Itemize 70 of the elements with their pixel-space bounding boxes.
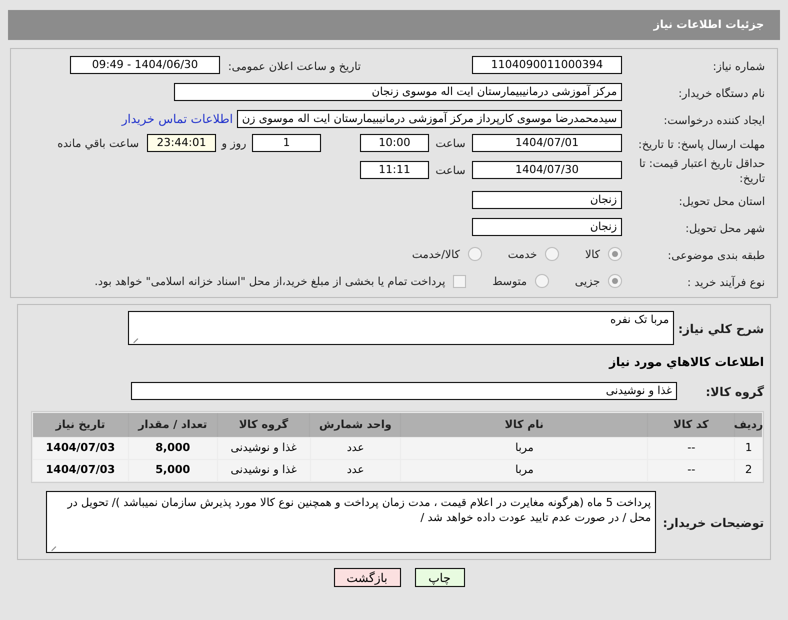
radio-button[interactable] [545, 247, 560, 261]
page-title: جزئیات اطلاعات نیاز [654, 16, 764, 33]
print-button[interactable]: چاپ [414, 568, 464, 587]
field-label: شماره نیاز: [712, 60, 765, 73]
goods-group-field[interactable]: غذا و نوشیدنی [131, 382, 677, 400]
field-label: کالا/خدمت [412, 248, 460, 260]
days-field[interactable]: 1 [252, 134, 321, 152]
buyer-contact-link[interactable]: اطلاعات تماس خریدار [122, 110, 233, 128]
description-textarea[interactable]: مربا تک نفره [128, 311, 674, 345]
table-cell: 5,000 [128, 460, 217, 481]
field-label: حداقل تاریخ اعتبار قیمت: تا تاریخ: [639, 157, 765, 185]
radio-button[interactable] [534, 274, 549, 288]
field-label: استان محل تحویل: [678, 195, 765, 208]
field-label: نوع فرآیند خرید : [687, 276, 765, 289]
back-button[interactable]: بازگشت [334, 568, 400, 587]
radio-button[interactable] [608, 247, 622, 261]
field-label: کالا [585, 248, 600, 260]
table-cell: 1 [735, 438, 762, 459]
field-label: ساعت [434, 136, 466, 150]
field-label: ایجاد کننده درخواست: [664, 114, 765, 127]
column-header: ردیف [735, 413, 762, 437]
field-label: مهلت ارسال پاسخ: تا تاریخ: [638, 138, 765, 150]
table-cell: 2 [735, 460, 762, 481]
field-label: تاریخ و ساعت اعلان عمومی: [228, 60, 361, 73]
field-label: ساعت باقي مانده [57, 136, 139, 150]
field-label: ساعت [434, 164, 466, 176]
field-label: روز و [220, 136, 248, 150]
field-label: نام دستگاه خریدار: [678, 87, 765, 100]
announce-date-field[interactable]: 1404/06/30 - 09:49 [70, 56, 220, 74]
buyer-notes-textarea[interactable]: پرداخت 5 ماه (هرگونه مغایرت در اعلام قیمت ، مدت زمان پرداخت و همچنین نوع کالا مورد پذیرش سازمان نمیباشد )/ تحویل در محل / در صورت عدم تایید عودت داده خواهد شد / [46, 491, 656, 553]
table-cell: عدد [310, 438, 400, 459]
requester-field[interactable]: سیدمحمدرضا موسوی کارپرداز مرکز آموزشی درمانیبیمارستان ایت اله موسوی زن [236, 110, 622, 128]
deadline-date-field[interactable]: 1404/07/01 [472, 134, 622, 152]
remaining-time-field[interactable]: 23:44:01 [147, 134, 216, 152]
field-label: شرح کلي نياز: [678, 322, 764, 336]
buyer-org-field[interactable]: مرکز آموزشی درمانیبیمارستان ایت اله موسوی زنجان [174, 83, 622, 101]
field-label: طبقه بندی موضوعی: [668, 249, 765, 262]
column-header: تعداد / مقدار [128, 413, 217, 437]
table-cell: 1404/07/03 [33, 460, 128, 481]
province-field[interactable]: زنجان [472, 191, 622, 209]
field-label: متوسط [492, 274, 527, 288]
field-label: گروه کالا: [706, 385, 764, 399]
column-header: گروه کالا [218, 413, 310, 437]
field-label: جزیی [574, 274, 600, 288]
field-label: توضیحات خریدار: [662, 516, 764, 530]
table-cell: 1404/07/03 [33, 438, 128, 459]
column-header: کد کالا [648, 413, 734, 437]
need-number-field[interactable]: 1104090011000394 [472, 56, 622, 74]
table-cell: غذا و نوشیدنی [218, 438, 310, 459]
radio-button[interactable] [608, 274, 622, 288]
field-label: شهر محل تحویل: [685, 222, 765, 235]
validity-time-field[interactable]: 11:11 [360, 161, 429, 179]
table-cell: -- [648, 460, 734, 481]
column-header: تاریخ نیاز [32, 413, 128, 437]
column-header: نام کالا [401, 413, 648, 437]
table-cell: 8,000 [128, 438, 217, 459]
table-cell: غذا و نوشیدنی [218, 460, 310, 481]
validity-date-field[interactable]: 1404/07/30 [472, 161, 622, 179]
field-label: خدمت [508, 248, 538, 260]
section-heading: اطلاعات کالاهاي مورد نياز [609, 355, 764, 369]
table-cell: مربا [401, 460, 648, 481]
table-cell: مربا [401, 438, 648, 459]
radio-button[interactable] [468, 247, 482, 261]
city-field[interactable]: زنجان [472, 218, 622, 236]
table-cell: عدد [310, 460, 400, 481]
checkbox[interactable] [453, 274, 466, 288]
deadline-time-field[interactable]: 10:00 [360, 134, 429, 152]
table-cell: -- [648, 438, 734, 459]
field-label: پرداخت تمام یا بخشی از مبلغ خرید،از محل "اسناد خزانه اسلامی" خواهد بود. [94, 274, 446, 288]
column-header: واحد شمارش [310, 413, 400, 437]
